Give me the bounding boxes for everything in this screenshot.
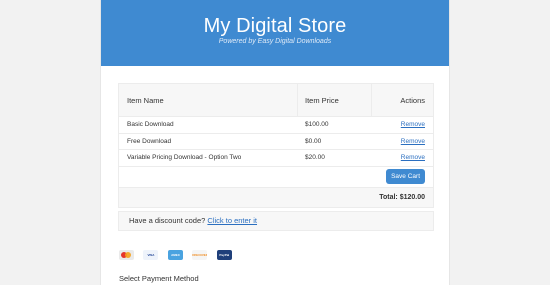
site-tagline: Powered by Easy Digital Downloads	[218, 38, 332, 45]
payment-method-title: Select Payment Method	[119, 274, 199, 283]
item-name: Basic Download	[127, 121, 174, 128]
column-header-item-price: Item Price	[305, 96, 339, 105]
cart-total-row: Total: $120.00	[119, 186, 433, 207]
cart-table: Item Name Item Price Actions Basic Downl…	[118, 83, 434, 208]
discover-icon: DISCOVER	[192, 250, 208, 260]
table-row: Basic Download $100.00 Remove	[119, 117, 433, 134]
page-container: My Digital Store Powered by Easy Digital…	[100, 0, 450, 285]
column-divider	[371, 84, 372, 116]
remove-item-link[interactable]: Remove	[401, 117, 425, 134]
item-price: $0.00	[305, 137, 322, 145]
column-header-item-name: Item Name	[127, 96, 164, 105]
save-cart-button[interactable]: Save Cart	[386, 168, 425, 184]
payment-icons: VISA AMEX DISCOVER PayPal	[119, 250, 237, 262]
paypal-icon: PayPal	[216, 250, 232, 260]
table-row: Variable Pricing Download - Option Two $…	[119, 150, 433, 167]
remove-item-link[interactable]: Remove	[401, 134, 425, 151]
table-row: Free Download $0.00 Remove	[119, 134, 433, 151]
site-header: My Digital Store Powered by Easy Digital…	[101, 0, 449, 66]
discount-notice: Have a discount code? Click to enter it	[118, 211, 434, 231]
visa-icon: VISA	[143, 250, 159, 260]
discount-enter-link[interactable]: Click to enter it	[207, 216, 257, 225]
cart-header-row: Item Name Item Price Actions	[119, 84, 433, 117]
cart-total: Total: $120.00	[379, 193, 425, 201]
item-price: $100.00	[305, 121, 329, 128]
discount-prompt: Have a discount code?	[129, 216, 206, 225]
site-title[interactable]: My Digital Store	[101, 15, 449, 37]
mastercard-icon	[119, 250, 134, 260]
item-price: $20.00	[305, 154, 325, 161]
remove-item-link[interactable]: Remove	[401, 150, 425, 167]
column-header-actions: Actions	[400, 96, 425, 105]
cart-actions-row: Save Cart	[119, 167, 433, 187]
item-name: Free Download	[127, 137, 172, 145]
item-name: Variable Pricing Download - Option Two	[127, 154, 242, 161]
amex-icon: AMEX	[167, 250, 183, 260]
column-divider	[297, 84, 298, 116]
